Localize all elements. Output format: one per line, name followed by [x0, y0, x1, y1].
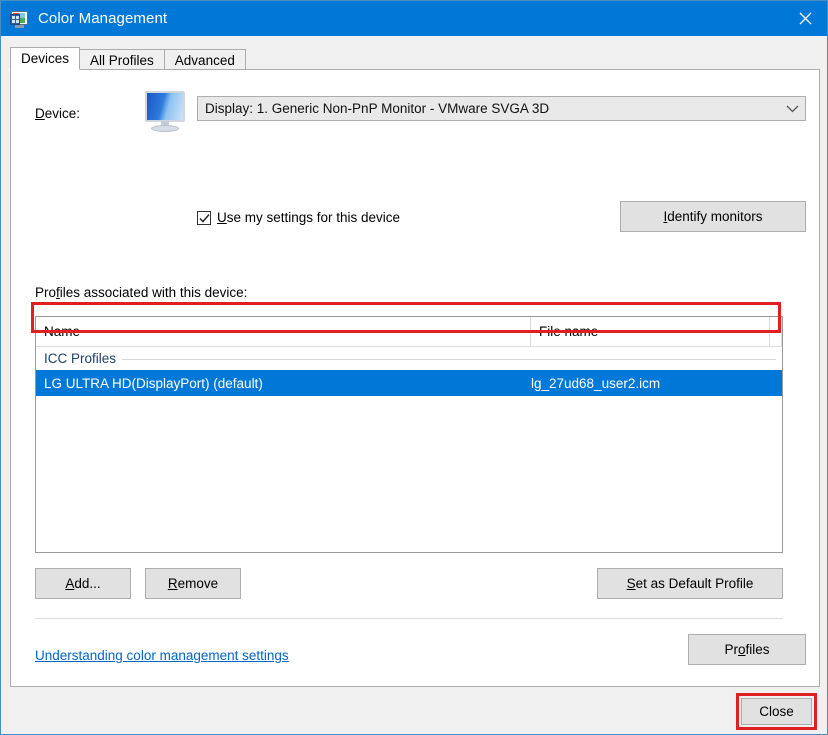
- list-group-header-label: ICC Profiles: [44, 351, 123, 366]
- column-header-name[interactable]: Name: [36, 317, 531, 346]
- checkmark-icon: [199, 213, 210, 223]
- list-header: Name File name: [36, 317, 782, 347]
- tab-all-profiles[interactable]: All Profiles: [79, 49, 165, 70]
- close-icon: [799, 12, 812, 25]
- set-as-default-profile-button[interactable]: Set as Default Profile: [597, 568, 783, 599]
- understanding-color-management-link[interactable]: Understanding color management settings: [35, 648, 289, 663]
- profiles-label: Profiles associated with this device:: [35, 285, 248, 300]
- window-title: Color Management: [38, 10, 168, 27]
- dialog-footer: [1, 687, 827, 734]
- column-header-pad: [770, 317, 782, 346]
- device-label: Device:: [35, 106, 81, 121]
- tab-devices[interactable]: Devices: [10, 47, 81, 70]
- tab-strip: Devices All Profiles Advanced: [10, 47, 246, 70]
- close-button[interactable]: Close: [741, 698, 812, 725]
- remove-button[interactable]: Remove: [145, 568, 241, 599]
- devices-tab-panel: Device: Display: 1. Generic Non-PnP Moni…: [10, 69, 820, 687]
- tab-advanced[interactable]: Advanced: [163, 49, 246, 70]
- device-dropdown[interactable]: Display: 1. Generic Non-PnP Monitor - VM…: [197, 96, 806, 121]
- use-my-settings-checkbox[interactable]: [197, 210, 211, 225]
- column-header-file-name[interactable]: File name: [531, 317, 770, 346]
- add-button[interactable]: Add...: [35, 568, 131, 599]
- chevron-down-icon: [779, 105, 805, 113]
- color-management-icon: [10, 10, 29, 28]
- profiles-button[interactable]: Profiles: [688, 634, 806, 665]
- profile-file-name: lg_27ud68_user2.icm: [531, 375, 661, 391]
- table-row[interactable]: LG ULTRA HD(DisplayPort) (default) lg_27…: [36, 370, 782, 396]
- profile-name: LG ULTRA HD(DisplayPort) (default): [44, 375, 263, 391]
- use-my-settings-checkbox-row[interactable]: Use my settings for this device: [197, 210, 400, 225]
- profiles-listbox[interactable]: Name File name ICC Profiles LG ULTRA HD(…: [35, 316, 783, 553]
- use-my-settings-label: Use my settings for this device: [217, 210, 401, 225]
- list-group-header: ICC Profiles: [36, 347, 782, 370]
- window-close-button[interactable]: [782, 1, 827, 36]
- color-management-window: Color Management Devices All Profiles Ad…: [0, 0, 828, 735]
- divider: [35, 618, 783, 619]
- monitor-icon: [140, 91, 190, 133]
- identify-monitors-button[interactable]: Identify monitors: [620, 201, 806, 232]
- title-bar: Color Management: [1, 1, 827, 36]
- device-dropdown-value: Display: 1. Generic Non-PnP Monitor - VM…: [205, 101, 550, 116]
